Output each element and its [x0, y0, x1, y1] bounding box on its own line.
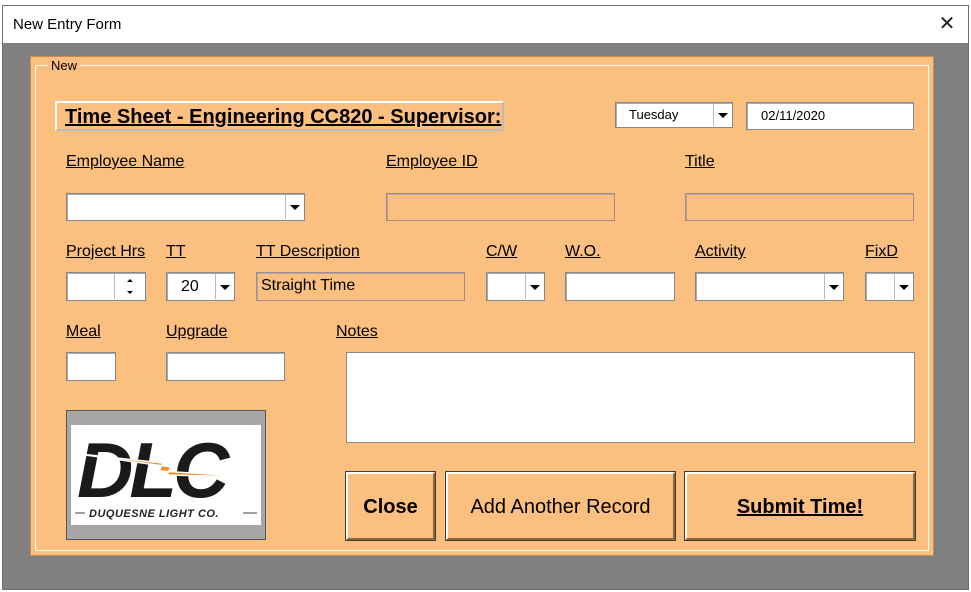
employee-id-label: Employee ID	[386, 153, 478, 170]
activity-label: Activity	[695, 243, 746, 260]
close-button[interactable]: Close	[345, 471, 436, 541]
title-field[interactable]	[685, 193, 914, 221]
group-label: New	[48, 58, 81, 73]
tt-label: TT	[166, 243, 186, 260]
submit-time-button[interactable]: Submit Time!	[684, 471, 916, 541]
chevron-down-icon	[220, 284, 230, 290]
cw-select[interactable]	[486, 272, 545, 301]
add-another-record-button[interactable]: Add Another Record	[445, 471, 676, 541]
meal-label: Meal	[66, 323, 101, 340]
spin-up-icon	[127, 279, 133, 282]
date-value: 02/11/2020	[761, 108, 826, 123]
logo-inner: DLC DUQUESNE LIGHT CO.	[70, 425, 261, 525]
activity-select[interactable]	[695, 272, 844, 301]
upgrade-label: Upgrade	[166, 323, 228, 340]
fixd-dropdown-button[interactable]	[894, 274, 912, 299]
fixd-select[interactable]	[865, 272, 914, 301]
tt-select[interactable]: 20	[166, 272, 235, 301]
wo-field[interactable]	[565, 272, 675, 301]
upgrade-field[interactable]	[166, 352, 285, 381]
chevron-down-icon	[718, 113, 728, 118]
wo-label: W.O.	[565, 243, 601, 260]
close-button-label: Close	[363, 496, 418, 518]
employee-name-label: Employee Name	[66, 153, 185, 170]
date-field[interactable]: 02/11/2020	[746, 102, 914, 130]
project-hrs-spin	[114, 274, 145, 299]
company-logo: DLC DUQUESNE LIGHT CO.	[66, 410, 266, 540]
banner-text: Time Sheet - Engineering CC820 - Supervi…	[65, 106, 502, 128]
close-icon[interactable]: ✕	[932, 10, 962, 38]
submit-time-label: Submit Time!	[736, 496, 864, 518]
employee-name-select[interactable]	[66, 193, 305, 221]
notes-label: Notes	[336, 323, 378, 340]
chevron-down-icon	[530, 284, 540, 290]
day-select[interactable]: Tuesday	[615, 102, 733, 128]
logo-letters: DLC	[77, 426, 231, 514]
employee-id-field[interactable]	[386, 193, 615, 221]
spin-down-icon	[127, 291, 133, 294]
tt-description-value: Straight Time	[261, 277, 356, 294]
fixd-label: FixD	[865, 243, 898, 260]
project-hrs-label: Project Hrs	[66, 243, 146, 260]
day-dropdown-button[interactable]	[713, 104, 731, 126]
employee-name-dropdown-button[interactable]	[285, 195, 303, 219]
tt-description-field[interactable]: Straight Time	[256, 272, 465, 301]
notes-textarea[interactable]	[346, 352, 915, 443]
day-value: Tuesday	[629, 107, 679, 122]
chevron-down-icon	[829, 284, 839, 290]
logo-company-name: DUQUESNE LIGHT CO.	[89, 508, 220, 520]
meal-field[interactable]	[66, 352, 116, 381]
cw-label: C/W	[486, 243, 518, 260]
title-label: Title	[685, 153, 715, 170]
tt-description-label: TT Description	[256, 243, 360, 260]
add-another-record-label: Add Another Record	[470, 496, 651, 518]
activity-dropdown-button[interactable]	[824, 274, 842, 299]
tt-dropdown-button[interactable]	[215, 274, 233, 299]
tt-value: 20	[181, 278, 199, 295]
window-title: New Entry Form	[13, 16, 122, 33]
cw-dropdown-button[interactable]	[525, 274, 543, 299]
title-banner: Time Sheet - Engineering CC820 - Supervi…	[55, 101, 504, 131]
title-bar: New Entry Form ✕	[3, 6, 968, 43]
chevron-down-icon	[899, 284, 909, 290]
project-hrs-spinner[interactable]	[66, 272, 146, 301]
spin-down-button[interactable]	[115, 286, 145, 299]
chevron-down-icon	[290, 205, 300, 210]
